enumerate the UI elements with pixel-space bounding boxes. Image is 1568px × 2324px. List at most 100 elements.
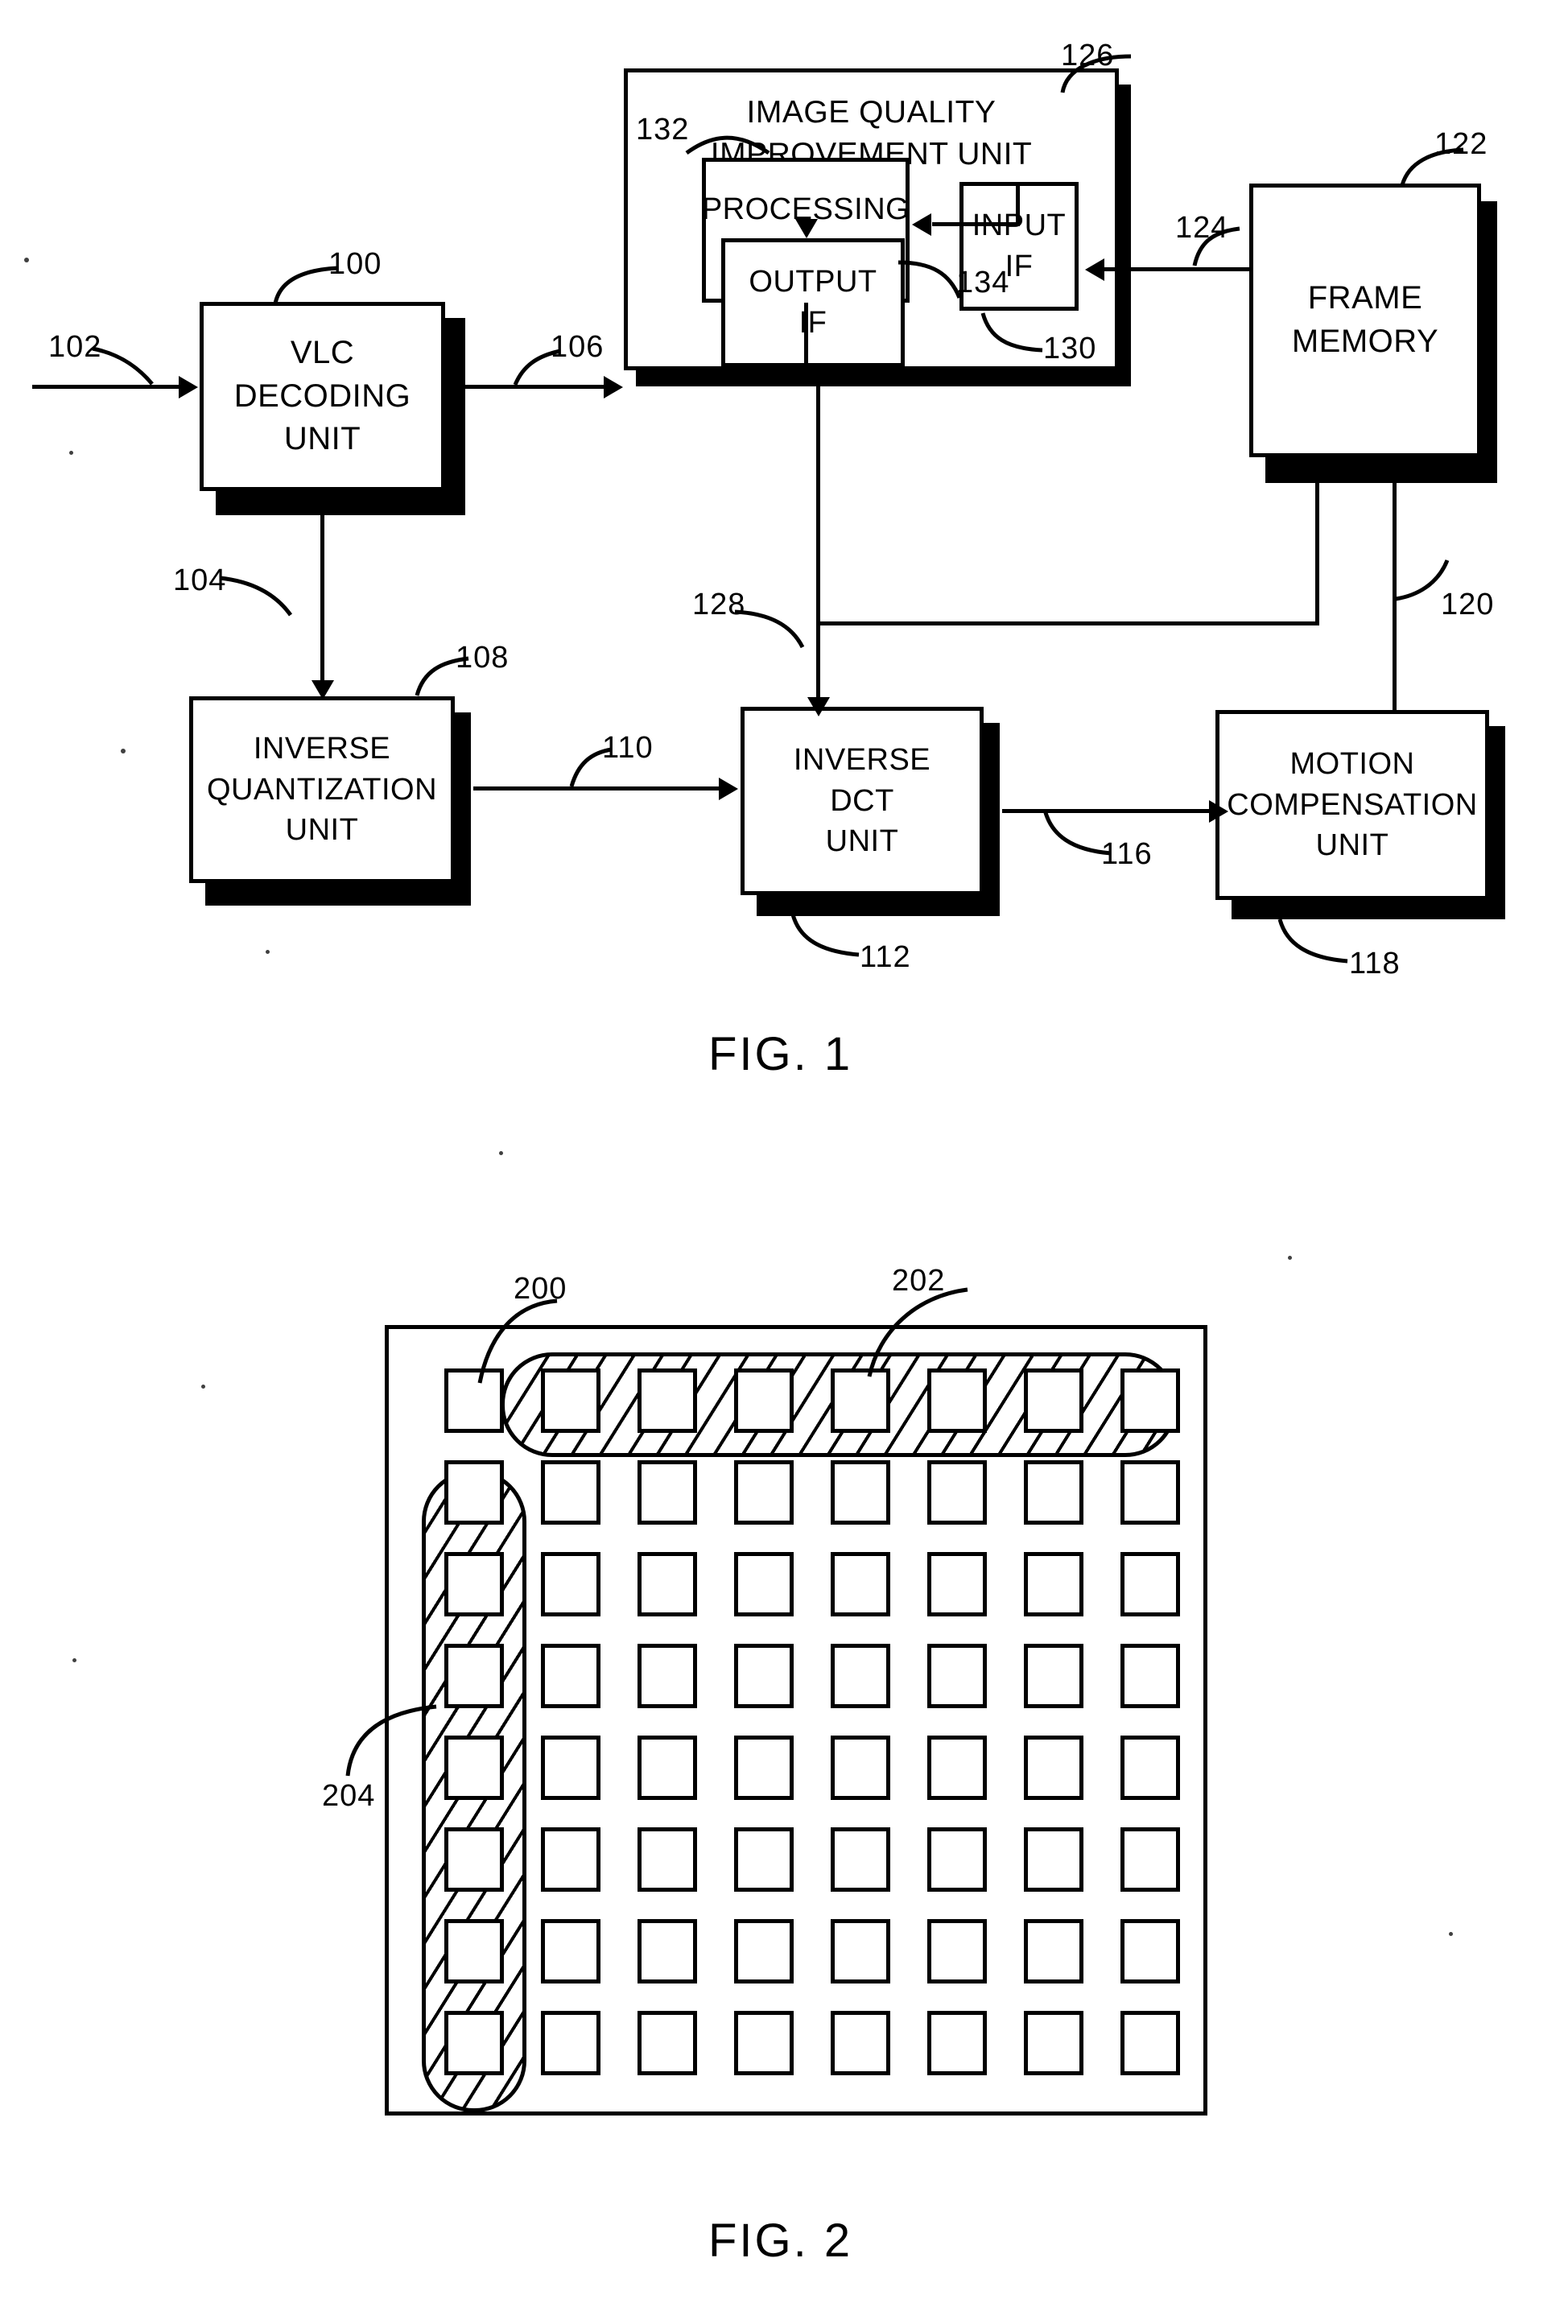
array-cell[interactable] [927,1460,987,1525]
array-cell[interactable] [638,2011,697,2075]
block-inverse-quantization-unit[interactable]: INVERSE QUANTIZATION UNIT [189,696,455,883]
ref-label-118: 118 [1349,947,1401,980]
scan-speck [201,1385,205,1389]
array-cell[interactable] [1024,2011,1083,2075]
signal-120-arrowhead [1384,464,1406,483]
array-cell[interactable] [444,1368,504,1433]
array-cell[interactable] [541,1460,600,1525]
array-cell[interactable] [638,1827,697,1892]
array-cell[interactable] [638,1552,697,1616]
array-cell[interactable] [927,1827,987,1892]
array-cell[interactable] [734,2011,794,2075]
array-cell[interactable] [444,1919,504,1983]
ref-label-112: 112 [860,940,911,974]
array-cell[interactable] [734,1552,794,1616]
signal-128-vline-right [1315,483,1319,625]
array-cell[interactable] [927,1919,987,1983]
array-cell[interactable] [444,1644,504,1708]
array-cell[interactable] [1024,1827,1083,1892]
ref-label-104: 104 [173,563,227,597]
block-vlc-decoding-unit[interactable]: VLC DECODING UNIT [200,302,445,491]
array-cell[interactable] [927,1644,987,1708]
array-cell[interactable] [831,1644,890,1708]
block-frame-memory[interactable]: FRAME MEMORY [1249,184,1481,457]
array-cell[interactable] [831,1368,890,1433]
signal-106-line [465,385,606,389]
array-cell[interactable] [541,1552,600,1616]
array-cell[interactable] [734,1644,794,1708]
patent-drawing-sheet: IMAGE QUALITY IMPROVEMENT UNIT 126 VLC D… [0,0,1568,2324]
scan-speck [1449,1932,1453,1936]
array-cell[interactable] [638,1460,697,1525]
inputif-to-proc-vline [1016,182,1020,224]
block-label-line: UNIT [825,824,899,859]
array-cell[interactable] [1024,1644,1083,1708]
array-cell[interactable] [541,2011,600,2075]
block-output-if[interactable]: OUTPUT IF [721,238,905,367]
array-cell[interactable] [1024,1552,1083,1616]
array-cell[interactable] [444,1552,504,1616]
array-cell[interactable] [734,1460,794,1525]
array-cell[interactable] [638,1644,697,1708]
array-cell[interactable] [734,1919,794,1983]
array-cell[interactable] [1120,1644,1180,1708]
array-cell[interactable] [734,1827,794,1892]
inputif-to-proc-arrowhead [912,213,931,236]
array-cell[interactable] [1120,1460,1180,1525]
array-cell[interactable] [831,1460,890,1525]
ref-label-102: 102 [48,330,102,364]
block-label-line: VLC [290,335,355,371]
array-cell[interactable] [734,1736,794,1800]
array-cell[interactable] [831,2011,890,2075]
array-cell[interactable] [1024,1460,1083,1525]
figure-1-caption: FIG. 1 [708,1028,853,1080]
signal-128-vline-a [816,386,820,444]
ref-label-130: 130 [1043,332,1097,365]
array-cell[interactable] [444,1460,504,1525]
array-cell[interactable] [831,1919,890,1983]
array-cell[interactable] [1120,2011,1180,2075]
array-cell[interactable] [541,1827,600,1892]
array-cell[interactable] [927,1736,987,1800]
array-cell[interactable] [1120,1827,1180,1892]
array-cell[interactable] [1024,1919,1083,1983]
array-cell[interactable] [927,1368,987,1433]
ref-label-120: 120 [1441,588,1495,621]
block-inverse-dct-unit[interactable]: INVERSE DCT UNIT [741,707,984,895]
array-cell[interactable] [1120,1919,1180,1983]
array-cell[interactable] [1024,1736,1083,1800]
block-label-line: IF [798,306,827,340]
block-label-line: UNIT [1315,828,1389,863]
ref-label-124: 124 [1175,211,1229,245]
array-cell[interactable] [444,2011,504,2075]
array-cell[interactable] [541,1736,600,1800]
array-cell[interactable] [541,1644,600,1708]
block-motion-compensation-unit[interactable]: MOTION COMPENSATION UNIT [1215,710,1489,900]
array-cell[interactable] [831,1827,890,1892]
block-label-line: MOTION [1289,746,1415,781]
array-cell[interactable] [831,1736,890,1800]
array-cell[interactable] [927,2011,987,2075]
array-cell[interactable] [444,1827,504,1892]
array-cell[interactable] [734,1368,794,1433]
ref-label-100: 100 [328,247,382,281]
array-cell[interactable] [638,1368,697,1433]
array-cell[interactable] [541,1368,600,1433]
array-cell[interactable] [1120,1736,1180,1800]
array-cell[interactable] [638,1919,697,1983]
signal-128-vline-down [816,441,820,707]
array-cell[interactable] [1024,1368,1083,1433]
array-cell[interactable] [638,1736,697,1800]
array-cell[interactable] [541,1919,600,1983]
array-cell[interactable] [927,1552,987,1616]
ref-label-126: 126 [1061,39,1115,72]
ref-label-204: 204 [322,1779,376,1813]
ref-label-116: 116 [1101,837,1153,871]
array-cell[interactable] [831,1552,890,1616]
block-label-line: FRAME [1307,280,1423,316]
ref-label-128: 128 [692,588,746,621]
array-cell[interactable] [1120,1552,1180,1616]
array-cell[interactable] [1120,1368,1180,1433]
array-cell[interactable] [444,1736,504,1800]
figure-2-caption: FIG. 2 [708,2215,853,2267]
